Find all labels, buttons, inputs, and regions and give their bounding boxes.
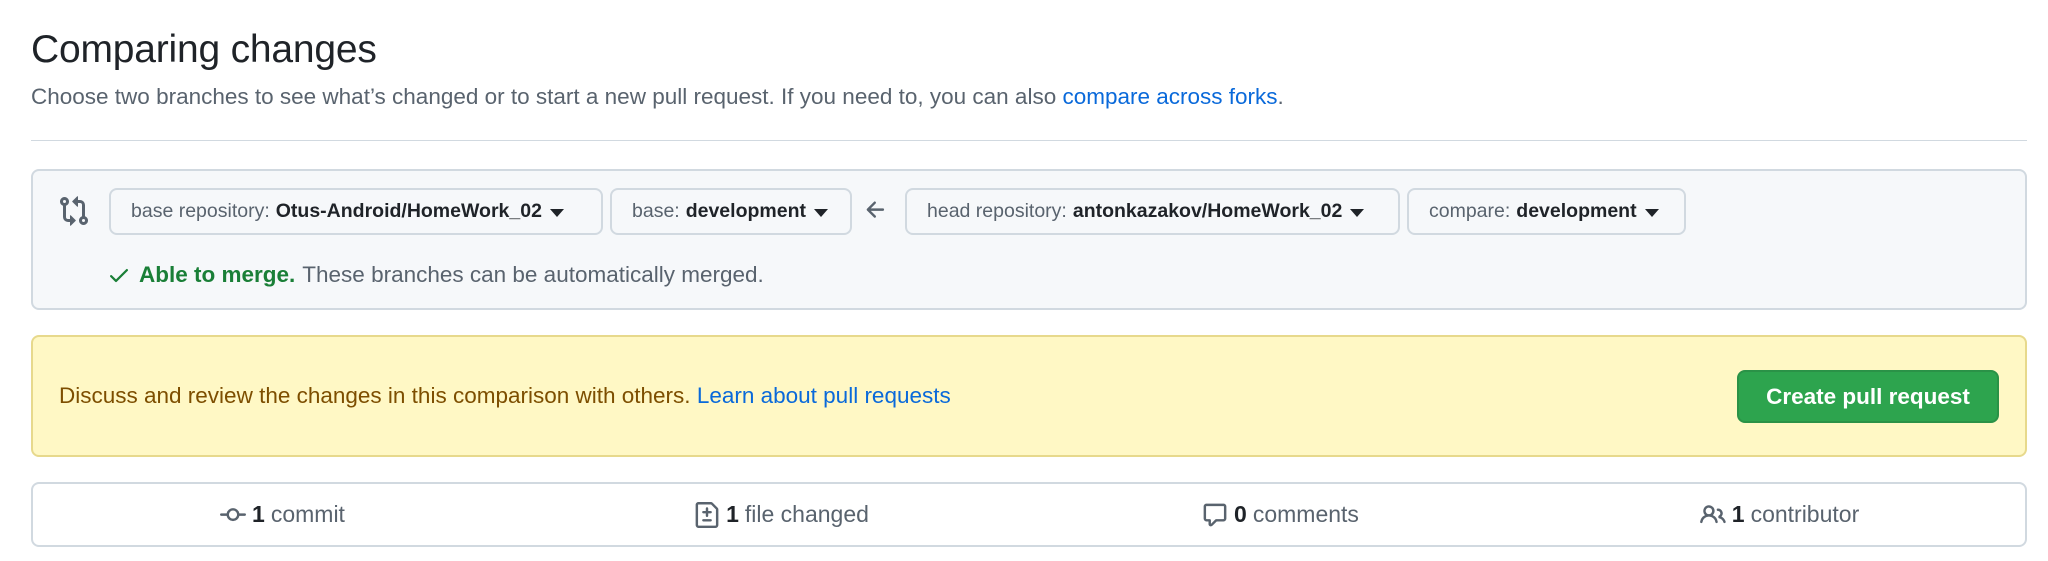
learn-about-pull-requests-link[interactable]: Learn about pull requests xyxy=(697,383,951,408)
base-repository-label: base repository: xyxy=(131,200,270,222)
compare-branch-label: compare: xyxy=(1429,200,1511,222)
contributors-count: 1 xyxy=(1731,501,1745,527)
file-diff-icon xyxy=(695,501,719,528)
create-pull-request-button[interactable]: Create pull request xyxy=(1737,370,1999,423)
caret-down-icon xyxy=(1644,208,1659,217)
comment-icon xyxy=(1203,503,1227,526)
caret-down-icon xyxy=(1350,208,1365,217)
comments-label: comments xyxy=(1252,501,1359,527)
arrow-left-icon xyxy=(866,201,885,218)
git-commit-icon xyxy=(220,507,247,521)
comments-count: 0 xyxy=(1234,501,1247,527)
header-divider xyxy=(31,140,2027,141)
commits-tab[interactable]: 1 commit xyxy=(33,484,532,545)
flash-text: Discuss and review the changes in this c… xyxy=(59,383,697,408)
subtitle-text: Choose two branches to see what’s change… xyxy=(31,84,1063,109)
files-label: file changed xyxy=(744,501,869,527)
compare-across-forks-link[interactable]: compare across forks xyxy=(1062,84,1277,109)
merge-ok-text: Able to merge. xyxy=(139,262,296,287)
base-branch-select[interactable]: base: development xyxy=(610,188,852,235)
people-icon xyxy=(1699,504,1726,523)
base-repository-select[interactable]: base repository: Otus-Android/HomeWork_0… xyxy=(109,188,603,235)
check-icon xyxy=(110,269,128,283)
caret-down-icon xyxy=(549,208,564,217)
commits-count: 1 xyxy=(252,501,265,527)
range-editor: base repository: Otus-Android/HomeWork_0… xyxy=(31,169,2027,310)
files-count: 1 xyxy=(726,501,739,527)
pull-request-flash: Discuss and review the changes in this c… xyxy=(31,335,2027,457)
merge-message: These branches can be automatically merg… xyxy=(302,262,764,287)
head-repository-select[interactable]: head repository: antonkazakov/HomeWork_0… xyxy=(905,188,1400,235)
git-compare-icon xyxy=(60,196,89,226)
compare-page: Comparing changes Choose two branches to… xyxy=(0,0,2048,561)
commits-label: commit xyxy=(270,501,345,527)
base-branch-value: development xyxy=(685,200,806,222)
base-repository-value: Otus-Android/HomeWork_02 xyxy=(275,200,542,222)
caret-down-icon xyxy=(813,208,828,217)
head-repository-label: head repository: xyxy=(927,200,1067,222)
contributors-tab[interactable]: 1 contributor xyxy=(1530,484,2029,545)
comments-tab[interactable]: 0 comments xyxy=(1031,484,1530,545)
compare-branch-select[interactable]: compare: development xyxy=(1407,188,1686,235)
base-branch-label: base: xyxy=(632,200,680,222)
files-changed-tab[interactable]: 1 file changed xyxy=(532,484,1031,545)
head-repository-value: antonkazakov/HomeWork_02 xyxy=(1072,200,1343,222)
comparison-summary: 1 commit 1 file changed 0 comments 1 con… xyxy=(31,482,2027,547)
compare-branch-value: development xyxy=(1516,200,1637,222)
contributors-label: contributor xyxy=(1750,501,1860,527)
page-title: Comparing changes xyxy=(31,28,377,71)
flash-message: Discuss and review the changes in this c… xyxy=(59,383,951,409)
page-subtitle: Choose two branches to see what’s change… xyxy=(31,84,1284,110)
merge-status: Able to merge. These branches can be aut… xyxy=(107,258,764,292)
subtitle-period: . xyxy=(1277,84,1284,109)
